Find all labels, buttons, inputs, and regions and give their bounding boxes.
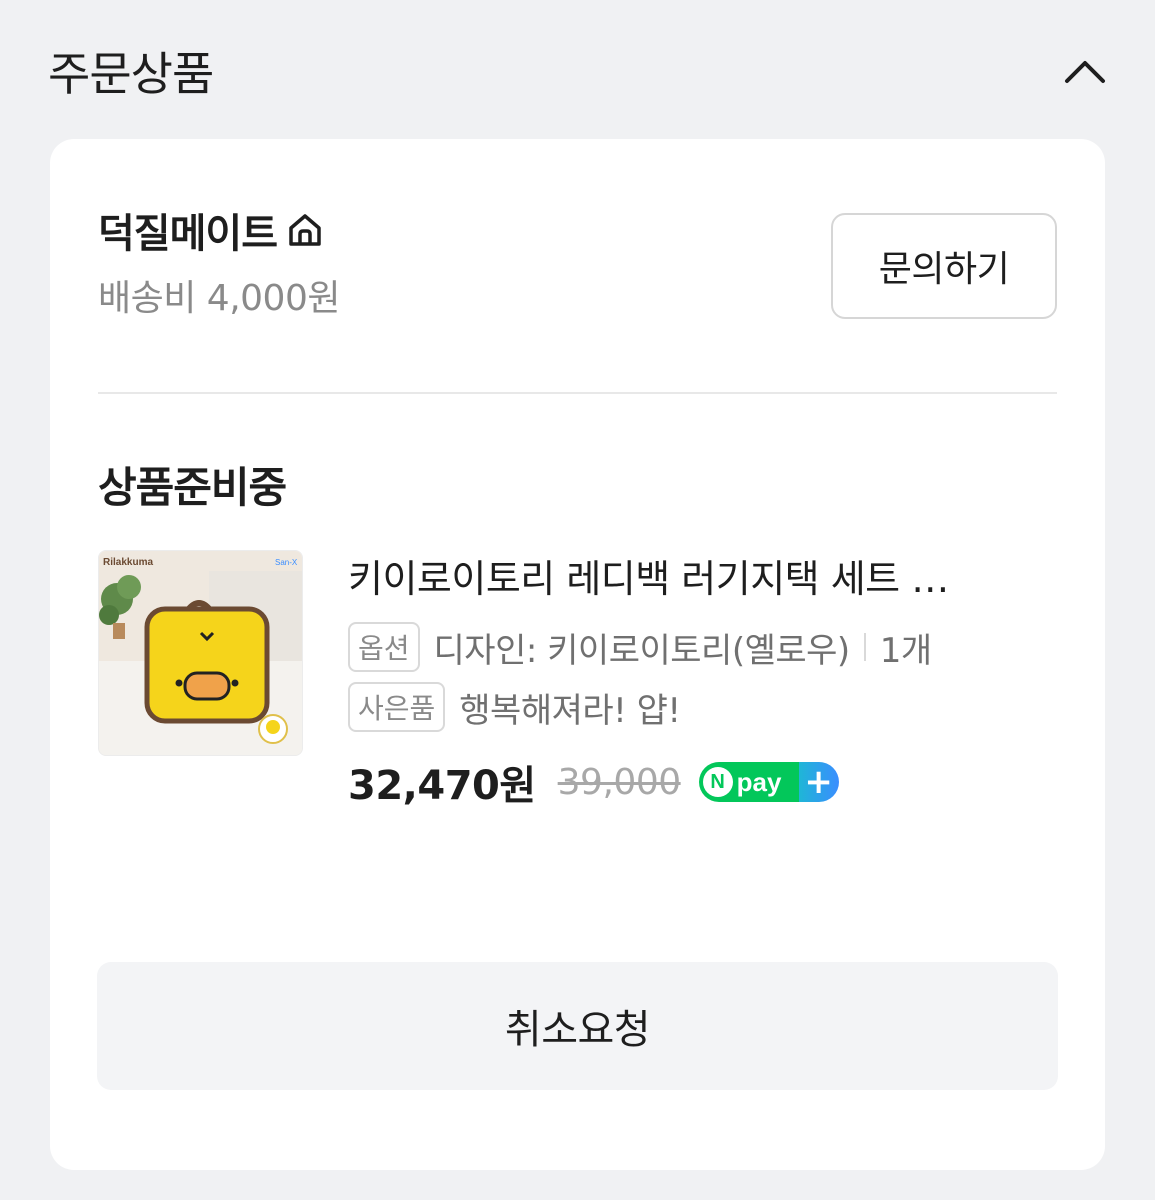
npay-plus-badge: N pay + xyxy=(698,762,839,802)
quantity-text: 1개 xyxy=(879,630,932,671)
option-text: 디자인: 키이로이토리(옐로우) xyxy=(433,630,851,671)
product-name[interactable]: 키이로이토리 레디백 러기지택 세트 … xyxy=(348,550,1057,608)
cancel-request-button[interactable]: 취소요청 xyxy=(97,962,1058,1090)
seller-name: 덕질메이트 xyxy=(98,211,278,257)
divider xyxy=(98,392,1057,394)
section-title: 주문상품 xyxy=(48,47,214,101)
product-thumbnail[interactable]: Rilakkuma San-X xyxy=(98,550,303,756)
original-price: 39,000 xyxy=(557,761,681,803)
order-status: 상품준비중 xyxy=(98,463,287,512)
gift-tag: 사은품 xyxy=(348,682,446,732)
option-tag: 옵션 xyxy=(348,622,420,672)
home-icon xyxy=(285,208,329,252)
thumb-brand-text: Rilakkuma xyxy=(103,557,153,568)
seller-row: 덕질메이트 배송비 4,000원 문의하기 xyxy=(98,201,1057,331)
chevron-up-icon xyxy=(1065,61,1105,83)
collapse-toggle-button[interactable] xyxy=(1057,43,1113,99)
thumb-badge-text: San-X xyxy=(275,558,298,567)
sale-price: 32,470원 xyxy=(348,763,536,809)
gift-row: 사은품 행복해져라! 얍! xyxy=(348,682,1057,732)
npay-label: N pay xyxy=(698,762,799,802)
order-items-header: 주문상품 xyxy=(48,36,1113,106)
plus-icon: + xyxy=(798,762,839,802)
product-item: Rilakkuma San-X 키이로이토리 레디백 러기지택 세트 … 옵션 … xyxy=(98,550,1057,820)
npay-text: pay xyxy=(736,766,782,797)
price-row: 32,470원 39,000 N pay + xyxy=(348,754,1057,810)
option-separator xyxy=(863,633,866,661)
product-info: 키이로이토리 레디백 러기지택 세트 … 옵션 디자인: 키이로이토리(옐로우)… xyxy=(348,550,1057,810)
option-row: 옵션 디자인: 키이로이토리(옐로우) 1개 xyxy=(348,622,1057,672)
order-card: 덕질메이트 배송비 4,000원 문의하기 상품준비중 Rilakkuma Sa… xyxy=(50,139,1105,1170)
gift-text: 행복해져라! 얍! xyxy=(459,690,681,731)
inquiry-button[interactable]: 문의하기 xyxy=(831,213,1057,319)
naver-n-icon: N xyxy=(702,767,733,797)
